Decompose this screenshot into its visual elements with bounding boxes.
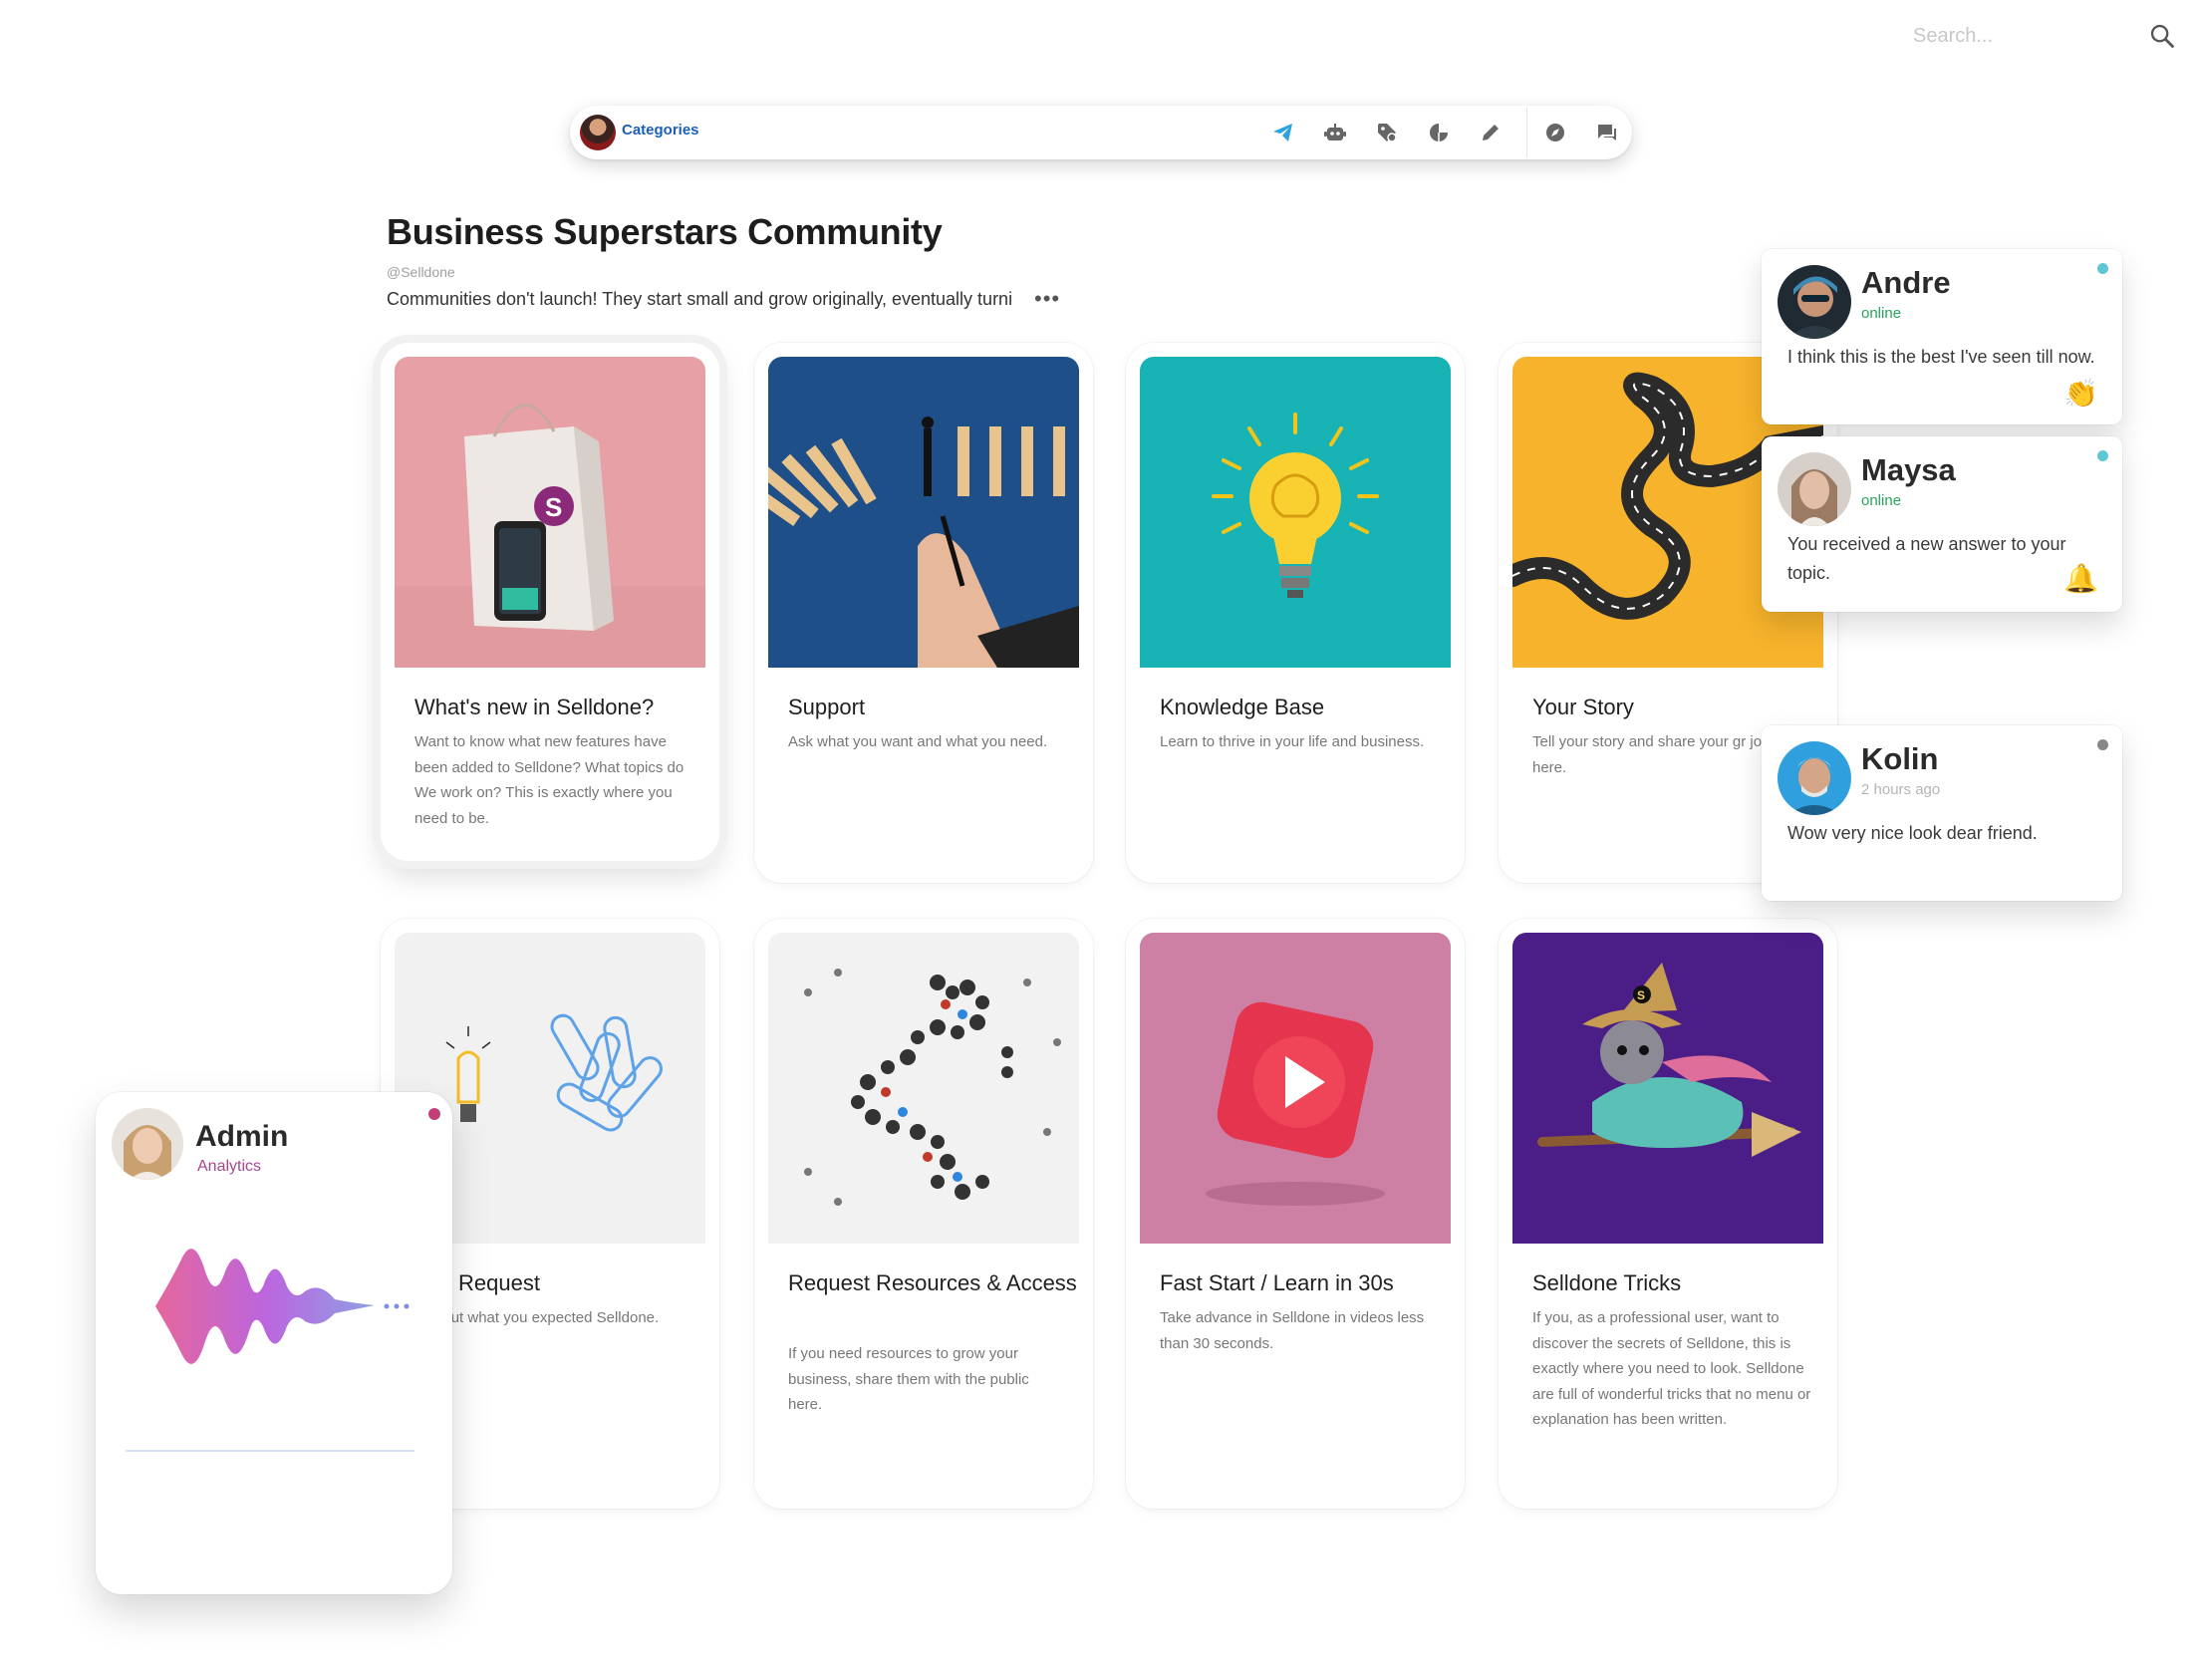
more-dots-icon[interactable]: ••• [1034, 288, 1060, 310]
card-image: S [395, 357, 705, 668]
tag-icon [1378, 124, 1397, 142]
pencil-icon [1483, 125, 1499, 140]
category-card-whats-new[interactable]: S What's new in Selldone? Want to know w… [381, 343, 719, 861]
chat-sender-status: online [1861, 492, 1902, 509]
chat-icon [1598, 125, 1616, 140]
card-title[interactable]: Selldone Tricks [1532, 1265, 1821, 1301]
read-dot [2097, 739, 2108, 750]
search-box[interactable] [1893, 18, 2182, 54]
community-handle: @Selldone [387, 264, 455, 280]
admin-avatar [112, 1108, 183, 1180]
robot-icon [1324, 124, 1346, 140]
card-image [1140, 933, 1451, 1244]
card-description: Take advance in Selldone in videos less … [1160, 1309, 1425, 1352]
reports-button[interactable] [1423, 117, 1455, 148]
card-image [768, 933, 1079, 1244]
search-input[interactable] [1913, 22, 2112, 50]
telegram-icon [1273, 124, 1292, 141]
user-avatar[interactable] [580, 115, 616, 150]
category-card-selldone-tricks[interactable]: S Selldone Tricks If you, as a professio… [1499, 919, 1837, 1509]
admin-name: Admin [195, 1120, 289, 1153]
card-title[interactable]: What's new in Selldone? [414, 690, 703, 725]
chat-notification-maysa[interactable]: Maysa online You received a new answer t… [1762, 436, 2122, 612]
maysa-avatar [1778, 452, 1851, 526]
categories-link[interactable]: Categories [622, 122, 699, 139]
top-nav-bar: Categories [570, 106, 1632, 159]
card-image [768, 357, 1079, 668]
card-description: Ask what you want and what you need. [788, 733, 1048, 750]
svg-text:S: S [545, 492, 562, 522]
kolin-avatar [1778, 741, 1851, 815]
category-card-fast-start[interactable]: Fast Start / Learn in 30s Take advance i… [1126, 919, 1465, 1509]
card-image: S [1512, 933, 1823, 1244]
edit-button[interactable] [1475, 117, 1507, 148]
pie-chart-icon [1430, 124, 1448, 141]
card-title[interactable]: Fast Start / Learn in 30s [1160, 1265, 1449, 1301]
unread-dot [2097, 263, 2108, 274]
bot-button[interactable] [1319, 117, 1351, 148]
telegram-button[interactable] [1267, 117, 1299, 148]
andre-avatar [1778, 265, 1851, 339]
card-title[interactable]: Your Story [1532, 690, 1821, 725]
chat-message: I think this is the best I've seen till … [1787, 347, 2095, 367]
chat-notification-kolin[interactable]: Kolin 2 hours ago Wow very nice look dea… [1762, 725, 2122, 901]
admin-role: Analytics [197, 1158, 262, 1175]
admin-analytics-panel[interactable]: Admin Analytics [96, 1092, 452, 1594]
svg-text:S: S [1637, 988, 1645, 1002]
audio-waveform [126, 1249, 414, 1513]
category-card-request-resources[interactable]: Request Resources & Access If you need r… [754, 919, 1093, 1509]
card-description: Learn to thrive in your life and busines… [1160, 733, 1425, 750]
chat-sender-name: Maysa [1861, 452, 1956, 487]
category-card-support[interactable]: Support Ask what you want and what you n… [754, 343, 1093, 883]
search-icon[interactable] [2148, 22, 2176, 50]
admin-status-dot [428, 1108, 440, 1120]
chat-sender-name: Andre [1861, 265, 1951, 300]
chat-sender-status: 2 hours ago [1861, 781, 1941, 798]
card-title[interactable]: ture Request [414, 1265, 703, 1301]
card-title[interactable]: Support [788, 690, 1077, 725]
messages-button[interactable] [1591, 117, 1623, 148]
chat-sender-name: Kolin [1861, 741, 1939, 776]
community-description: Communities don't launch! They start sma… [387, 289, 1013, 309]
card-title[interactable]: Request Resources & Access [788, 1265, 1077, 1301]
chat-notification-andre[interactable]: Andre online I think this is the best I'… [1762, 249, 2122, 424]
card-description: If you, as a professional user, want to … [1532, 1309, 1811, 1428]
unread-dot [2097, 450, 2108, 461]
chat-sender-status: online [1861, 305, 1902, 322]
community-title: Business Superstars Community [387, 211, 943, 252]
card-description: Want to know what new features have been… [414, 733, 685, 827]
discount-button[interactable] [1371, 117, 1403, 148]
card-description: If you need resources to grow your busin… [788, 1345, 1029, 1413]
explore-button[interactable] [1539, 117, 1571, 148]
card-image [1140, 357, 1451, 668]
chat-message: You received a new answer to your topic. [1787, 534, 2066, 583]
toolbar-divider [1526, 108, 1527, 157]
category-card-knowledge-base[interactable]: Knowledge Base Learn to thrive in your l… [1126, 343, 1465, 883]
clap-emoji-icon: 👏 [2063, 378, 2098, 409]
compass-icon [1546, 124, 1564, 141]
card-description: s about what you expected Selldone. [414, 1309, 660, 1326]
card-title[interactable]: Knowledge Base [1160, 690, 1449, 725]
chat-message: Wow very nice look dear friend. [1787, 823, 2038, 843]
bell-emoji-icon: 🔔 [2063, 563, 2098, 594]
